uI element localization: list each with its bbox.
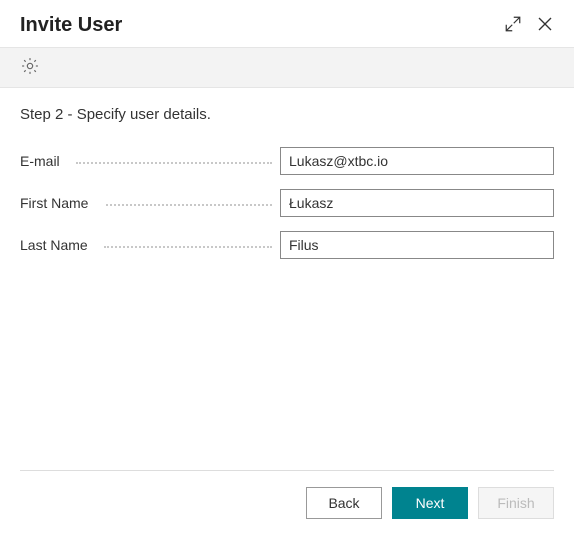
dialog-header: Invite User <box>0 0 574 47</box>
dialog-footer: Back Next Finish <box>0 471 574 537</box>
email-field[interactable] <box>280 147 554 175</box>
email-label: E-mail <box>20 153 280 169</box>
last-name-label: Last Name <box>20 237 280 253</box>
last-name-field[interactable] <box>280 231 554 259</box>
dialog-title: Invite User <box>20 14 504 37</box>
back-button[interactable]: Back <box>306 487 382 519</box>
form-row-last-name: Last Name <box>20 231 554 259</box>
form-row-first-name: First Name <box>20 189 554 217</box>
toolbar <box>0 47 574 88</box>
invite-user-dialog: Invite User <box>0 0 574 537</box>
expand-icon[interactable] <box>504 15 522 36</box>
first-name-field[interactable] <box>280 189 554 217</box>
next-button[interactable]: Next <box>392 487 468 519</box>
gear-icon[interactable] <box>20 63 40 79</box>
step-heading: Step 2 - Specify user details. <box>20 106 554 123</box>
close-icon[interactable] <box>536 15 554 36</box>
form-row-email: E-mail <box>20 147 554 175</box>
header-controls <box>504 15 554 36</box>
finish-button: Finish <box>478 487 554 519</box>
first-name-label: First Name <box>20 195 280 211</box>
dialog-content: Step 2 - Specify user details. E-mail Fi… <box>0 88 574 470</box>
